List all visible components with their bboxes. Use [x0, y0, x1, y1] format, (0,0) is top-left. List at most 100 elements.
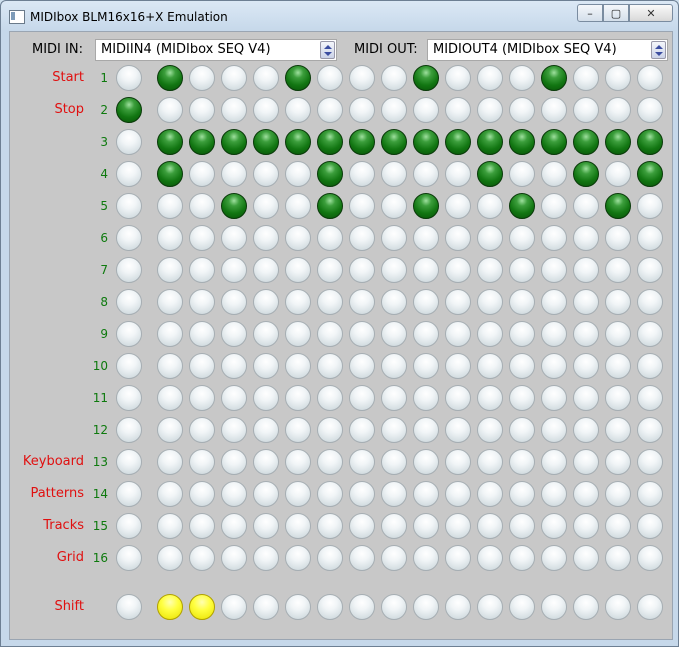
shift-row-button[interactable]: [317, 594, 343, 620]
grid-button[interactable]: [349, 193, 375, 219]
grid-button[interactable]: [605, 481, 631, 507]
grid-button[interactable]: [445, 129, 471, 155]
grid-button[interactable]: [381, 353, 407, 379]
grid-button[interactable]: [637, 129, 663, 155]
grid-button[interactable]: [253, 449, 279, 475]
grid-button[interactable]: [605, 289, 631, 315]
grid-button[interactable]: [541, 545, 567, 571]
grid-button[interactable]: [477, 97, 503, 123]
grid-button[interactable]: [509, 161, 535, 187]
grid-button[interactable]: [189, 513, 215, 539]
grid-button[interactable]: [413, 225, 439, 251]
grid-button[interactable]: [349, 385, 375, 411]
grid-button[interactable]: [445, 65, 471, 91]
grid-button[interactable]: [541, 129, 567, 155]
grid-button[interactable]: [573, 513, 599, 539]
grid-button[interactable]: [637, 353, 663, 379]
grid-button[interactable]: [285, 513, 311, 539]
grid-button[interactable]: [253, 385, 279, 411]
shift-button[interactable]: [116, 594, 142, 620]
grid-button[interactable]: [349, 129, 375, 155]
grid-button[interactable]: [573, 97, 599, 123]
grid-button[interactable]: [573, 417, 599, 443]
shift-row-button[interactable]: [349, 594, 375, 620]
grid-button[interactable]: [477, 417, 503, 443]
grid-button[interactable]: [413, 193, 439, 219]
shift-row-button[interactable]: [285, 594, 311, 620]
extra-column-button[interactable]: [116, 193, 142, 219]
grid-button[interactable]: [157, 545, 183, 571]
grid-button[interactable]: [477, 513, 503, 539]
grid-button[interactable]: [477, 481, 503, 507]
row-label[interactable]: Keyboard: [4, 454, 84, 469]
grid-button[interactable]: [413, 417, 439, 443]
grid-button[interactable]: [509, 481, 535, 507]
extra-column-button[interactable]: [116, 289, 142, 315]
extra-column-button[interactable]: [116, 161, 142, 187]
grid-button[interactable]: [605, 353, 631, 379]
grid-button[interactable]: [157, 481, 183, 507]
grid-button[interactable]: [541, 225, 567, 251]
grid-button[interactable]: [413, 513, 439, 539]
grid-button[interactable]: [573, 129, 599, 155]
grid-button[interactable]: [445, 449, 471, 475]
grid-button[interactable]: [285, 161, 311, 187]
grid-button[interactable]: [349, 161, 375, 187]
extra-column-button[interactable]: [116, 129, 142, 155]
grid-button[interactable]: [413, 161, 439, 187]
grid-button[interactable]: [413, 257, 439, 283]
grid-button[interactable]: [221, 417, 247, 443]
grid-button[interactable]: [189, 97, 215, 123]
grid-button[interactable]: [157, 193, 183, 219]
grid-button[interactable]: [285, 97, 311, 123]
grid-button[interactable]: [381, 417, 407, 443]
grid-button[interactable]: [253, 161, 279, 187]
grid-button[interactable]: [317, 129, 343, 155]
grid-button[interactable]: [413, 385, 439, 411]
grid-button[interactable]: [381, 225, 407, 251]
minimize-button[interactable]: –: [577, 4, 603, 22]
grid-button[interactable]: [381, 481, 407, 507]
grid-button[interactable]: [317, 449, 343, 475]
grid-button[interactable]: [381, 129, 407, 155]
grid-button[interactable]: [573, 289, 599, 315]
grid-button[interactable]: [221, 321, 247, 347]
row-label[interactable]: Tracks: [4, 518, 84, 533]
extra-column-button[interactable]: [116, 65, 142, 91]
grid-button[interactable]: [221, 353, 247, 379]
grid-button[interactable]: [285, 353, 311, 379]
grid-button[interactable]: [605, 257, 631, 283]
title-bar[interactable]: MIDIbox BLM16x16+X Emulation – ▢ ✕: [1, 1, 678, 31]
grid-button[interactable]: [317, 225, 343, 251]
grid-button[interactable]: [509, 385, 535, 411]
grid-button[interactable]: [445, 257, 471, 283]
grid-button[interactable]: [541, 97, 567, 123]
row-label[interactable]: Grid: [4, 550, 84, 565]
extra-column-button[interactable]: [116, 513, 142, 539]
shift-row-button[interactable]: [541, 594, 567, 620]
grid-button[interactable]: [189, 481, 215, 507]
grid-button[interactable]: [317, 97, 343, 123]
grid-button[interactable]: [157, 449, 183, 475]
grid-button[interactable]: [317, 289, 343, 315]
grid-button[interactable]: [573, 385, 599, 411]
grid-button[interactable]: [285, 225, 311, 251]
grid-button[interactable]: [349, 321, 375, 347]
grid-button[interactable]: [157, 321, 183, 347]
grid-button[interactable]: [509, 321, 535, 347]
grid-button[interactable]: [477, 353, 503, 379]
grid-button[interactable]: [349, 257, 375, 283]
grid-button[interactable]: [381, 449, 407, 475]
midi-in-spin-icon[interactable]: [320, 41, 335, 59]
grid-button[interactable]: [221, 65, 247, 91]
grid-button[interactable]: [317, 353, 343, 379]
grid-button[interactable]: [157, 257, 183, 283]
grid-button[interactable]: [573, 225, 599, 251]
shift-row-button[interactable]: [253, 594, 279, 620]
shift-row-button[interactable]: [605, 594, 631, 620]
midi-in-select[interactable]: MIDIIN4 (MIDIbox SEQ V4): [95, 39, 337, 61]
grid-button[interactable]: [445, 353, 471, 379]
close-button[interactable]: ✕: [629, 4, 673, 22]
grid-button[interactable]: [605, 385, 631, 411]
grid-button[interactable]: [509, 289, 535, 315]
